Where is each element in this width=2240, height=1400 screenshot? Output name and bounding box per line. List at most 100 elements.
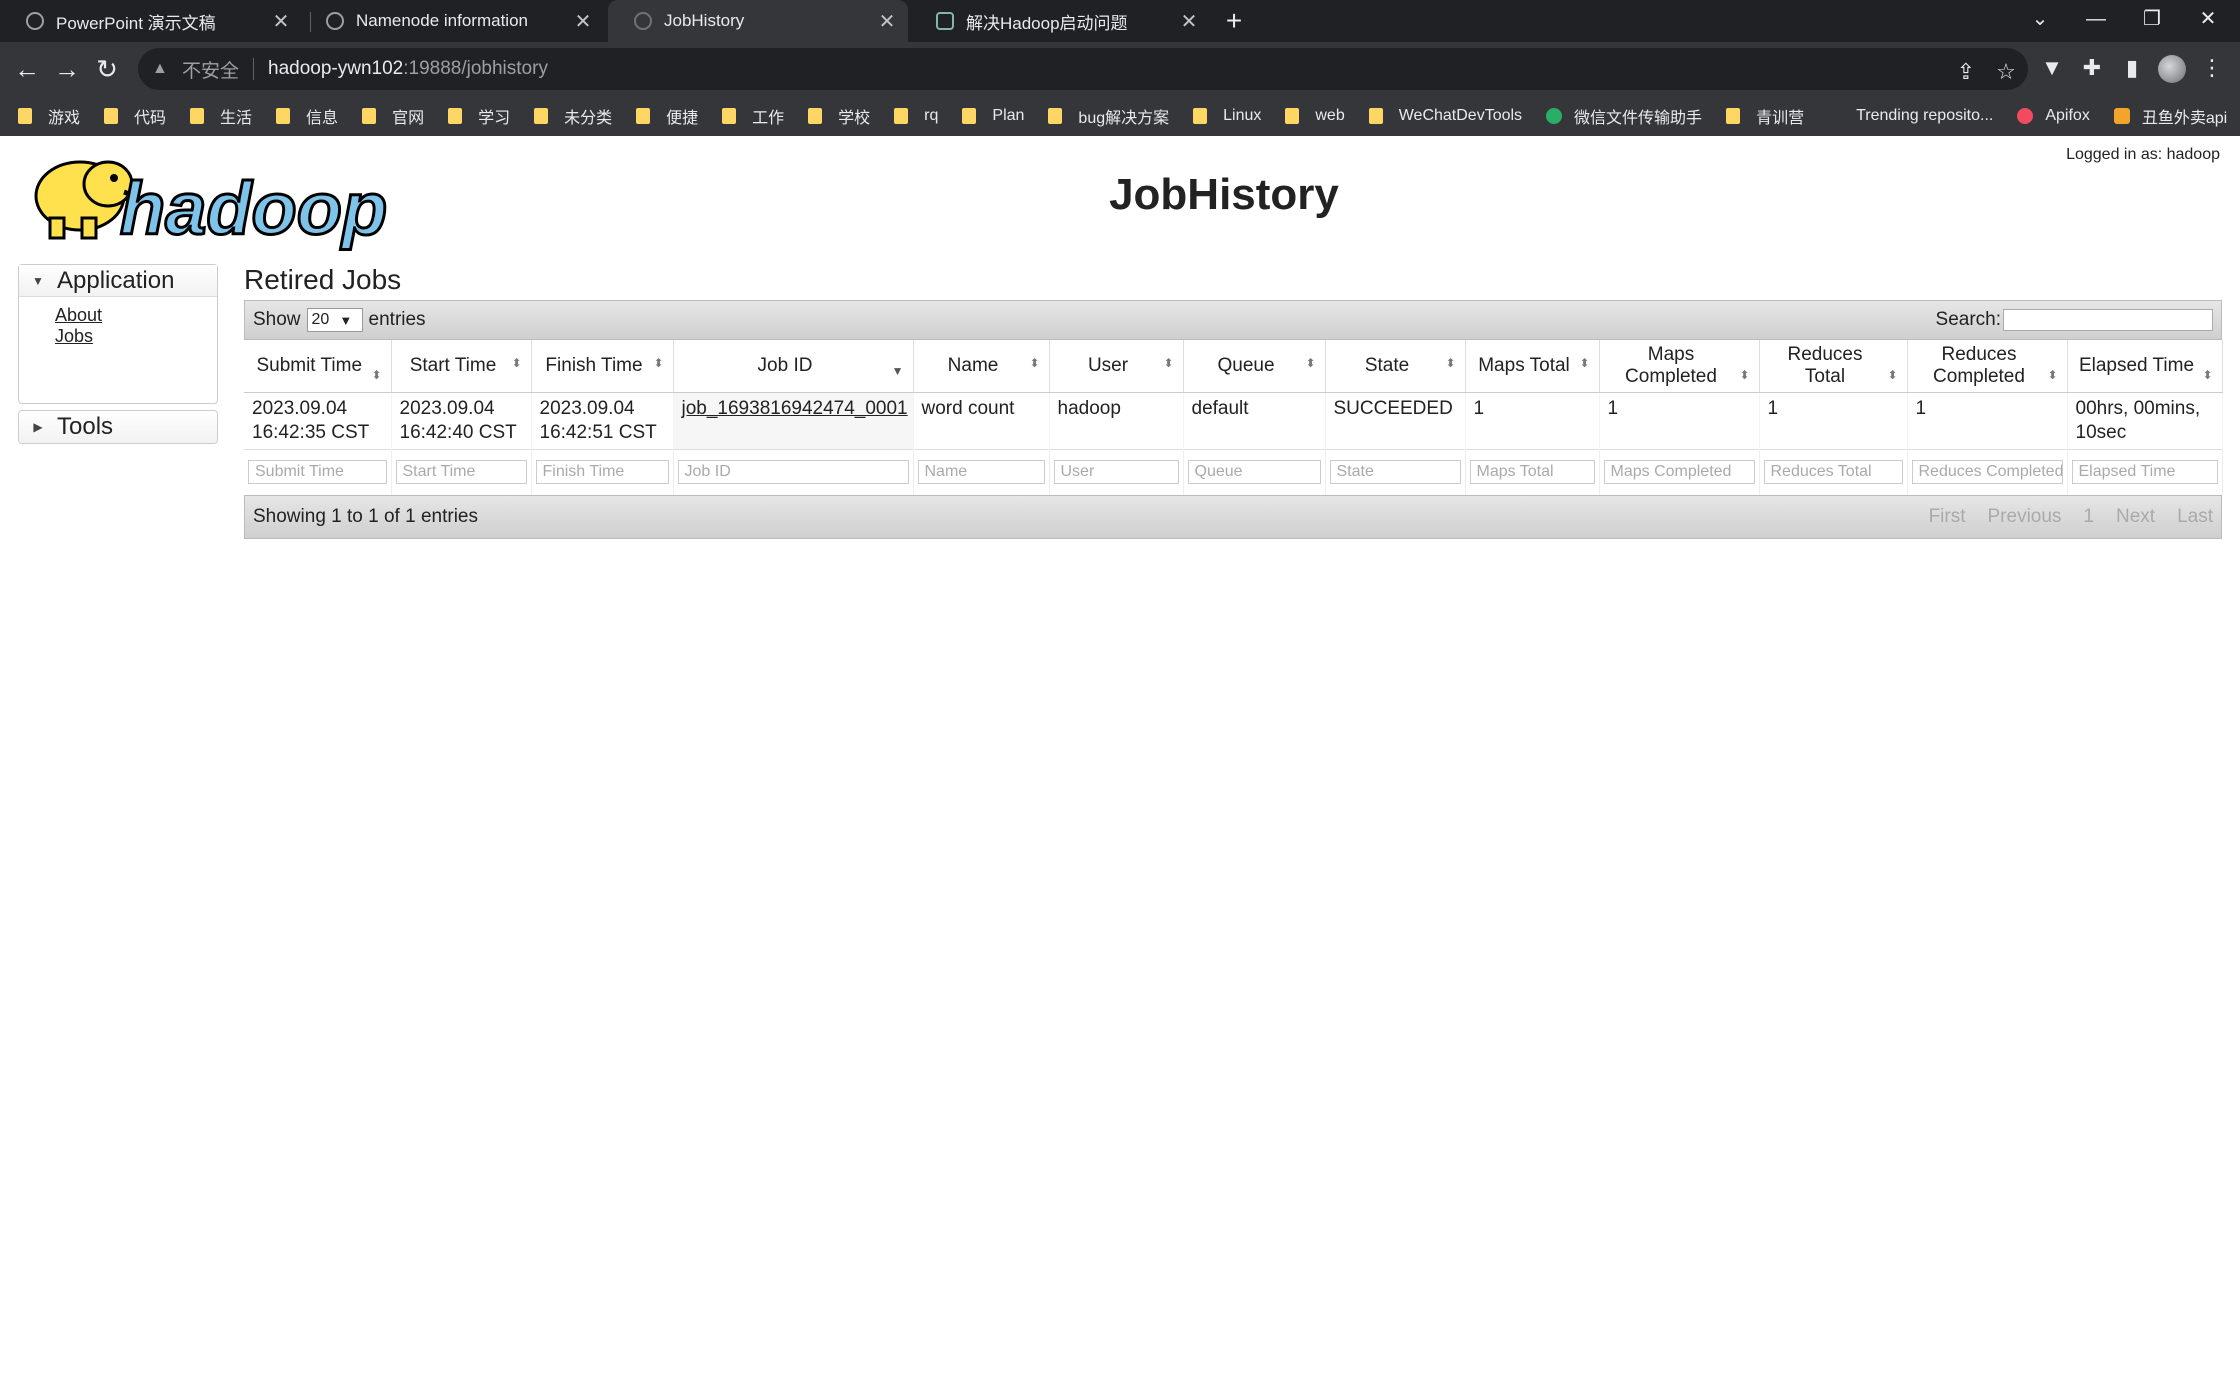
column-header-submit-time[interactable]: Submit Time ⬍ — [244, 340, 392, 393]
page-length-select[interactable]: 20 ▼ — [306, 308, 363, 332]
new-tab-button[interactable]: + — [1218, 6, 1250, 38]
column-label: Maps Total — [1478, 354, 1570, 376]
filter-state-input[interactable]: State — [1329, 460, 1461, 485]
cell-elapsed-time: 00hrs, 00mins, 10sec — [2067, 392, 2223, 449]
column-header-job-id[interactable]: Job ID ▼ — [673, 340, 914, 393]
filter-queue-input[interactable]: Queue — [1187, 460, 1321, 485]
bookmark-folder[interactable]: 游戏 — [18, 104, 80, 128]
bookmark-folder[interactable]: 学习 — [448, 104, 510, 128]
tab-powerpoint[interactable]: PowerPoint 演示文稿 ✕ — [0, 0, 302, 42]
column-header-reduces-completed[interactable]: Reduces Completed ⬍ — [1907, 340, 2068, 393]
sort-icon: ⬍ — [1163, 355, 1174, 370]
bookmark-wechat[interactable]: 微信文件传输助手 — [1546, 104, 1702, 128]
close-icon[interactable]: ✕ — [568, 9, 598, 34]
filter-reduces-total-input[interactable]: Reduces Total — [1763, 460, 1903, 485]
bookmark-folder[interactable]: 青训营 — [1726, 104, 1804, 128]
bookmark-folder[interactable]: 官网 — [362, 104, 424, 128]
side-panel-icon[interactable]: ▮ — [2116, 52, 2148, 84]
search-input[interactable] — [2003, 309, 2213, 331]
bookmark-folder[interactable]: 未分类 — [534, 104, 612, 128]
column-header-elapsed-time[interactable]: Elapsed Time ⬍ — [2067, 340, 2223, 393]
back-button[interactable]: ← — [10, 52, 44, 86]
extensions-puzzle-icon[interactable]: ✚ — [2076, 52, 2108, 84]
reload-button[interactable]: ↻ — [90, 52, 124, 86]
forward-button[interactable]: → — [50, 52, 84, 86]
column-header-state[interactable]: State ⬍ — [1325, 340, 1466, 393]
column-label: User — [1087, 354, 1129, 376]
filter-submit-time-input[interactable]: Submit Time — [248, 460, 387, 485]
close-icon[interactable]: ✕ — [266, 9, 296, 34]
browser-menu-icon[interactable]: ⋮ — [2196, 52, 2228, 84]
nav-link-jobs[interactable]: Jobs — [55, 326, 217, 347]
pager-previous-button[interactable]: Previous — [1988, 506, 2062, 528]
filter-reduces-completed-input[interactable]: Reduces Completed — [1911, 460, 2063, 485]
column-header-finish-time[interactable]: Finish Time ⬍ — [531, 340, 674, 393]
url-host[interactable]: hadoop-ywn102 — [268, 58, 403, 80]
filter-cell: Reduces Total — [1759, 448, 1908, 495]
bookmark-folder[interactable]: Plan — [962, 107, 1024, 125]
column-header-maps-completed[interactable]: Maps Completed ⬍ — [1599, 340, 1760, 393]
column-header-queue[interactable]: Queue ⬍ — [1183, 340, 1326, 393]
bookmark-folder[interactable]: 学校 — [808, 104, 870, 128]
bookmark-label: 代码 — [134, 110, 167, 127]
bookmark-folder[interactable]: bug解决方案 — [1048, 104, 1169, 128]
profile-avatar[interactable] — [2158, 55, 2186, 83]
bookmark-folder[interactable]: 工作 — [722, 104, 784, 128]
filter-maps-total-input[interactable]: Maps Total — [1469, 460, 1595, 485]
bookmark-apifox[interactable]: Apifox — [2017, 107, 2090, 125]
filter-user-input[interactable]: User — [1053, 460, 1179, 485]
filter-elapsed-time-input[interactable]: Elapsed Time — [2071, 460, 2218, 485]
bookmark-folder[interactable]: 生活 — [190, 104, 252, 128]
bookmark-api[interactable]: 丑鱼外卖api — [2113, 104, 2227, 128]
tab-namenode[interactable]: Namenode information ✕ — [300, 0, 604, 42]
share-icon[interactable]: ⇪ — [1952, 58, 1980, 86]
close-icon[interactable]: ✕ — [1174, 9, 1204, 34]
bookmark-label: web — [1315, 107, 1345, 124]
minimize-button[interactable]: — — [2068, 0, 2124, 40]
close-icon[interactable]: ✕ — [872, 9, 902, 34]
insecure-label[interactable]: 不安全 — [182, 56, 239, 83]
warning-icon[interactable]: ▲ — [152, 60, 174, 78]
column-header-user[interactable]: User ⬍ — [1049, 340, 1184, 393]
bookmark-folder[interactable]: 代码 — [104, 104, 166, 128]
vimium-extension-icon[interactable]: ▼ — [2036, 52, 2068, 84]
tab-hadoop-startup[interactable]: 解决Hadoop启动问题 ✕ — [910, 0, 1210, 42]
column-header-maps-total[interactable]: Maps Total ⬍ — [1465, 340, 1600, 393]
filter-finish-time-input[interactable]: Finish Time — [535, 460, 669, 485]
bookmark-folder[interactable]: 便捷 — [636, 104, 698, 128]
column-header-name[interactable]: Name ⬍ — [913, 340, 1050, 393]
bookmark-github[interactable]: Trending reposito... — [1828, 107, 1993, 125]
nav-body: About Jobs — [19, 297, 217, 403]
folder-icon — [104, 108, 119, 124]
tab-search-chevron-icon[interactable]: ⌄ — [2012, 0, 2068, 40]
restore-button[interactable]: ❐ — [2124, 0, 2180, 40]
nav-header-tools[interactable]: ▶ Tools — [19, 411, 217, 443]
pager-next-button[interactable]: Next — [2116, 506, 2155, 528]
pager-page-button[interactable]: 1 — [2083, 506, 2094, 528]
pager-last-button[interactable]: Last — [2177, 506, 2213, 528]
nav-header-application[interactable]: ▼ Application — [19, 265, 217, 297]
bookmark-folder[interactable]: 信息 — [276, 104, 338, 128]
column-header-reduces-total[interactable]: Reduces Total ⬍ — [1759, 340, 1908, 393]
filter-start-time-input[interactable]: Start Time — [395, 460, 527, 485]
address-bar[interactable]: ▲ 不安全 hadoop-ywn102:19888/jobhistory ⇪ ☆ — [138, 48, 2028, 90]
bookmark-star-icon[interactable]: ☆ — [1992, 58, 2020, 86]
filter-maps-completed-input[interactable]: Maps Completed — [1603, 460, 1755, 485]
sort-icon: ⬍ — [653, 355, 664, 370]
nav-link-about[interactable]: About — [55, 305, 217, 326]
job-id-link[interactable]: job_1693816942474_0001 — [682, 398, 908, 419]
bookmark-label: Linux — [1223, 107, 1262, 124]
bookmark-folder[interactable]: Linux — [1193, 107, 1261, 125]
tab-jobhistory[interactable]: JobHistory ✕ — [608, 0, 908, 42]
bookmark-folder[interactable]: WeChatDevTools — [1368, 107, 1522, 125]
url-path[interactable]: :19888/jobhistory — [403, 58, 548, 80]
column-header-start-time[interactable]: Start Time ⬍ — [391, 340, 532, 393]
nav-section-tools: ▶ Tools — [18, 410, 218, 444]
bookmark-folder[interactable]: rq — [894, 107, 938, 125]
bookmark-folder[interactable]: web — [1285, 107, 1345, 125]
window-close-button[interactable]: ✕ — [2180, 0, 2236, 40]
filter-name-input[interactable]: Name — [917, 460, 1045, 485]
pager-first-button[interactable]: First — [1929, 506, 1966, 528]
bookmark-label: 学校 — [838, 110, 871, 127]
filter-job-id-input[interactable]: Job ID — [677, 460, 909, 485]
